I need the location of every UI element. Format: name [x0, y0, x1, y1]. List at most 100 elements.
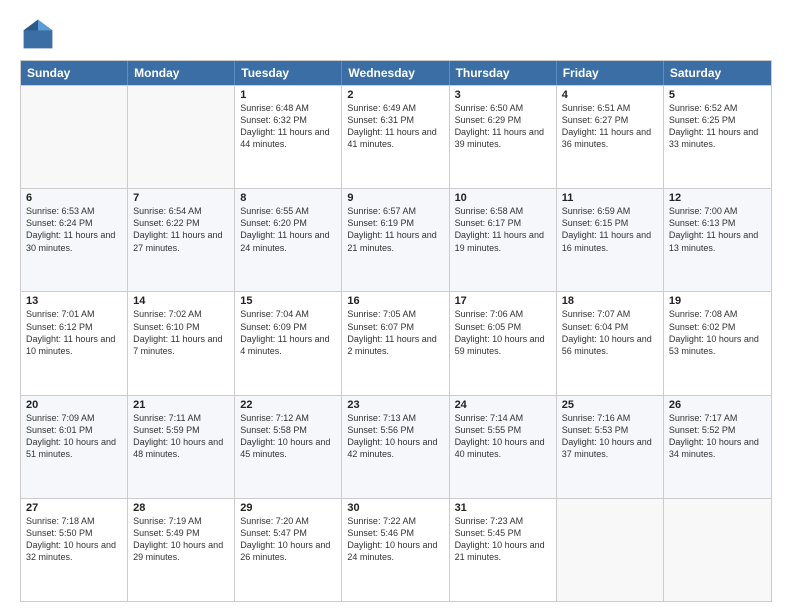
day-info: Sunrise: 6:59 AMSunset: 6:15 PMDaylight:…: [562, 205, 658, 254]
day-cell-7: 7Sunrise: 6:54 AMSunset: 6:22 PMDaylight…: [128, 189, 235, 291]
day-cell-31: 31Sunrise: 7:23 AMSunset: 5:45 PMDayligh…: [450, 499, 557, 601]
day-number: 11: [562, 192, 658, 204]
day-number: 5: [669, 89, 766, 101]
day-info: Sunrise: 7:20 AMSunset: 5:47 PMDaylight:…: [240, 515, 336, 564]
empty-cell: [21, 86, 128, 188]
day-info: Sunrise: 7:18 AMSunset: 5:50 PMDaylight:…: [26, 515, 122, 564]
day-cell-17: 17Sunrise: 7:06 AMSunset: 6:05 PMDayligh…: [450, 292, 557, 394]
day-cell-30: 30Sunrise: 7:22 AMSunset: 5:46 PMDayligh…: [342, 499, 449, 601]
day-info: Sunrise: 7:00 AMSunset: 6:13 PMDaylight:…: [669, 205, 766, 254]
empty-cell: [664, 499, 771, 601]
day-cell-14: 14Sunrise: 7:02 AMSunset: 6:10 PMDayligh…: [128, 292, 235, 394]
day-number: 10: [455, 192, 551, 204]
day-info: Sunrise: 7:14 AMSunset: 5:55 PMDaylight:…: [455, 412, 551, 461]
day-number: 14: [133, 295, 229, 307]
day-cell-22: 22Sunrise: 7:12 AMSunset: 5:58 PMDayligh…: [235, 396, 342, 498]
page: SundayMondayTuesdayWednesdayThursdayFrid…: [0, 0, 792, 612]
day-info: Sunrise: 7:08 AMSunset: 6:02 PMDaylight:…: [669, 308, 766, 357]
day-cell-3: 3Sunrise: 6:50 AMSunset: 6:29 PMDaylight…: [450, 86, 557, 188]
day-number: 12: [669, 192, 766, 204]
day-info: Sunrise: 6:54 AMSunset: 6:22 PMDaylight:…: [133, 205, 229, 254]
weekday-header-monday: Monday: [128, 61, 235, 85]
day-cell-12: 12Sunrise: 7:00 AMSunset: 6:13 PMDayligh…: [664, 189, 771, 291]
day-cell-10: 10Sunrise: 6:58 AMSunset: 6:17 PMDayligh…: [450, 189, 557, 291]
day-number: 20: [26, 399, 122, 411]
day-info: Sunrise: 7:01 AMSunset: 6:12 PMDaylight:…: [26, 308, 122, 357]
weekday-header-wednesday: Wednesday: [342, 61, 449, 85]
calendar-header: SundayMondayTuesdayWednesdayThursdayFrid…: [21, 61, 771, 85]
day-cell-28: 28Sunrise: 7:19 AMSunset: 5:49 PMDayligh…: [128, 499, 235, 601]
day-info: Sunrise: 7:12 AMSunset: 5:58 PMDaylight:…: [240, 412, 336, 461]
day-info: Sunrise: 7:17 AMSunset: 5:52 PMDaylight:…: [669, 412, 766, 461]
day-number: 28: [133, 502, 229, 514]
empty-cell: [557, 499, 664, 601]
day-number: 23: [347, 399, 443, 411]
calendar-body: 1Sunrise: 6:48 AMSunset: 6:32 PMDaylight…: [21, 85, 771, 601]
day-info: Sunrise: 7:06 AMSunset: 6:05 PMDaylight:…: [455, 308, 551, 357]
day-cell-25: 25Sunrise: 7:16 AMSunset: 5:53 PMDayligh…: [557, 396, 664, 498]
day-cell-29: 29Sunrise: 7:20 AMSunset: 5:47 PMDayligh…: [235, 499, 342, 601]
day-info: Sunrise: 7:13 AMSunset: 5:56 PMDaylight:…: [347, 412, 443, 461]
day-cell-9: 9Sunrise: 6:57 AMSunset: 6:19 PMDaylight…: [342, 189, 449, 291]
day-number: 1: [240, 89, 336, 101]
day-info: Sunrise: 6:52 AMSunset: 6:25 PMDaylight:…: [669, 102, 766, 151]
week-row-2: 6Sunrise: 6:53 AMSunset: 6:24 PMDaylight…: [21, 188, 771, 291]
day-number: 19: [669, 295, 766, 307]
day-cell-5: 5Sunrise: 6:52 AMSunset: 6:25 PMDaylight…: [664, 86, 771, 188]
day-number: 22: [240, 399, 336, 411]
day-cell-2: 2Sunrise: 6:49 AMSunset: 6:31 PMDaylight…: [342, 86, 449, 188]
day-info: Sunrise: 7:16 AMSunset: 5:53 PMDaylight:…: [562, 412, 658, 461]
day-info: Sunrise: 7:07 AMSunset: 6:04 PMDaylight:…: [562, 308, 658, 357]
day-number: 24: [455, 399, 551, 411]
day-cell-1: 1Sunrise: 6:48 AMSunset: 6:32 PMDaylight…: [235, 86, 342, 188]
weekday-header-thursday: Thursday: [450, 61, 557, 85]
day-number: 18: [562, 295, 658, 307]
day-info: Sunrise: 7:05 AMSunset: 6:07 PMDaylight:…: [347, 308, 443, 357]
weekday-header-sunday: Sunday: [21, 61, 128, 85]
day-info: Sunrise: 6:57 AMSunset: 6:19 PMDaylight:…: [347, 205, 443, 254]
day-number: 25: [562, 399, 658, 411]
day-number: 3: [455, 89, 551, 101]
weekday-header-saturday: Saturday: [664, 61, 771, 85]
day-cell-23: 23Sunrise: 7:13 AMSunset: 5:56 PMDayligh…: [342, 396, 449, 498]
day-number: 13: [26, 295, 122, 307]
day-cell-18: 18Sunrise: 7:07 AMSunset: 6:04 PMDayligh…: [557, 292, 664, 394]
day-cell-8: 8Sunrise: 6:55 AMSunset: 6:20 PMDaylight…: [235, 189, 342, 291]
weekday-header-friday: Friday: [557, 61, 664, 85]
day-cell-16: 16Sunrise: 7:05 AMSunset: 6:07 PMDayligh…: [342, 292, 449, 394]
day-number: 2: [347, 89, 443, 101]
day-number: 16: [347, 295, 443, 307]
day-cell-19: 19Sunrise: 7:08 AMSunset: 6:02 PMDayligh…: [664, 292, 771, 394]
day-number: 7: [133, 192, 229, 204]
empty-cell: [128, 86, 235, 188]
day-number: 8: [240, 192, 336, 204]
day-info: Sunrise: 6:49 AMSunset: 6:31 PMDaylight:…: [347, 102, 443, 151]
weekday-header-tuesday: Tuesday: [235, 61, 342, 85]
day-info: Sunrise: 6:50 AMSunset: 6:29 PMDaylight:…: [455, 102, 551, 151]
day-info: Sunrise: 7:09 AMSunset: 6:01 PMDaylight:…: [26, 412, 122, 461]
day-number: 27: [26, 502, 122, 514]
day-info: Sunrise: 6:51 AMSunset: 6:27 PMDaylight:…: [562, 102, 658, 151]
day-info: Sunrise: 7:19 AMSunset: 5:49 PMDaylight:…: [133, 515, 229, 564]
day-cell-20: 20Sunrise: 7:09 AMSunset: 6:01 PMDayligh…: [21, 396, 128, 498]
day-number: 6: [26, 192, 122, 204]
day-number: 21: [133, 399, 229, 411]
day-number: 29: [240, 502, 336, 514]
logo-icon: [20, 16, 56, 52]
day-cell-26: 26Sunrise: 7:17 AMSunset: 5:52 PMDayligh…: [664, 396, 771, 498]
day-info: Sunrise: 6:53 AMSunset: 6:24 PMDaylight:…: [26, 205, 122, 254]
day-cell-24: 24Sunrise: 7:14 AMSunset: 5:55 PMDayligh…: [450, 396, 557, 498]
calendar: SundayMondayTuesdayWednesdayThursdayFrid…: [20, 60, 772, 602]
logo: [20, 16, 62, 52]
day-number: 4: [562, 89, 658, 101]
day-number: 30: [347, 502, 443, 514]
day-cell-11: 11Sunrise: 6:59 AMSunset: 6:15 PMDayligh…: [557, 189, 664, 291]
day-cell-13: 13Sunrise: 7:01 AMSunset: 6:12 PMDayligh…: [21, 292, 128, 394]
week-row-4: 20Sunrise: 7:09 AMSunset: 6:01 PMDayligh…: [21, 395, 771, 498]
day-info: Sunrise: 7:22 AMSunset: 5:46 PMDaylight:…: [347, 515, 443, 564]
day-info: Sunrise: 6:48 AMSunset: 6:32 PMDaylight:…: [240, 102, 336, 151]
day-number: 31: [455, 502, 551, 514]
day-cell-4: 4Sunrise: 6:51 AMSunset: 6:27 PMDaylight…: [557, 86, 664, 188]
day-info: Sunrise: 6:55 AMSunset: 6:20 PMDaylight:…: [240, 205, 336, 254]
day-info: Sunrise: 7:11 AMSunset: 5:59 PMDaylight:…: [133, 412, 229, 461]
